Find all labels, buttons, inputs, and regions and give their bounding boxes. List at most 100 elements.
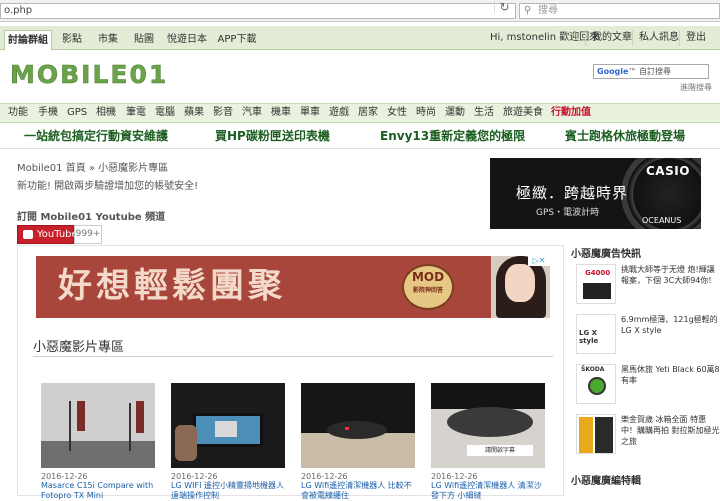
mod-badge-main: MOD	[411, 270, 445, 284]
video-title[interactable]: LG WIFI 遙控小精靈掃地機器人 遠端操作控制	[171, 481, 285, 501]
category-games[interactable]: 遊戲	[329, 104, 349, 122]
tab-market[interactable]: 市集	[92, 30, 124, 50]
youtube-subscribe-button[interactable]: YouTube	[17, 225, 78, 244]
category-sports[interactable]: 運動	[445, 104, 465, 122]
security-notice[interactable]: 新功能! 開啟兩步驗證增加您的帳號安全!	[17, 177, 198, 192]
category-av[interactable]: 影音	[213, 104, 233, 122]
breadcrumb[interactable]: Mobile01 首頁 » 小惡魔影片專區	[17, 159, 168, 174]
reload-icon[interactable]: ↻	[494, 1, 514, 13]
sidebar-item-text[interactable]: 樂金賀歲 冰箱全面 特惠中！購購再拍 對拉斯加極光之旅	[621, 414, 720, 447]
search-icon: ⚲	[524, 5, 532, 16]
category-mobile-plus[interactable]: 行動加值	[551, 104, 591, 122]
tab-stickers[interactable]: 貼圖	[128, 30, 160, 50]
video-card-1[interactable]: 2016-12-26 Masarce C15i Compare with Fot…	[41, 383, 155, 500]
link-logout[interactable]: 登出	[679, 30, 712, 46]
subtitle-overlay: 請開啟字幕	[467, 445, 533, 456]
category-gps[interactable]: GPS	[67, 104, 87, 122]
subscribe-title: 訂閱 Mobile01 Youtube 頻道	[17, 212, 166, 223]
tab-forum-groups[interactable]: 討論群組	[4, 30, 52, 50]
sidebar-item-2[interactable]: LG X style 6.9mm極薄、121g極輕的 LG X style	[576, 312, 718, 354]
promo-link-2[interactable]: 買HP碳粉匣送印表機	[215, 128, 330, 144]
youtube-icon	[23, 230, 33, 239]
tab-video[interactable]: 影點	[56, 30, 88, 50]
tab-app-download[interactable]: APP下載	[214, 30, 260, 50]
casio-subtitle: GPS・電波計時	[536, 208, 600, 218]
promo-link-3[interactable]: Envy13重新定義您的極限	[380, 128, 525, 144]
site-header: MOBILE01 Google™ 自訂搜尋 進階搜尋	[0, 51, 720, 101]
sidebar-item-text[interactable]: 6.9mm極薄、121g極輕的 LG X style	[621, 314, 720, 336]
sidebar-title: 小惡魔廣告快訊	[571, 249, 641, 260]
youtube-button-label: YouTube	[37, 229, 78, 240]
sidebar-section-title: 小惡魔廣編特輯	[571, 476, 641, 487]
video-card-2[interactable]: 2016-12-26 LG WIFI 遙控小精靈掃地機器人 遠端操作控制	[171, 383, 285, 500]
section-title: 小惡魔影片專區	[33, 340, 125, 355]
video-title[interactable]: LG Wifi遙控清潔機器人 清潔沙發下方 小細縫	[431, 481, 545, 501]
tab-japan-travel[interactable]: 悅遊日本	[164, 30, 210, 50]
browser-search-placeholder: 搜尋	[538, 5, 558, 16]
google-search-input[interactable]: Google™ 自訂搜尋	[593, 64, 709, 79]
category-phone[interactable]: 手機	[38, 104, 58, 122]
video-date: 2016-12-26	[41, 472, 88, 481]
promo-bar: 一站統包搞定行動資安維護 買HP碳粉匣送印表機 Envy13重新定義您的極限 賓…	[0, 123, 720, 149]
category-car[interactable]: 汽車	[242, 104, 262, 122]
promo-link-4[interactable]: 賓士跑格休旅極動登場	[565, 128, 685, 144]
category-computer[interactable]: 電腦	[155, 104, 175, 122]
category-home[interactable]: 居家	[358, 104, 378, 122]
video-thumbnail-1[interactable]	[41, 383, 155, 468]
printer-thumbnail: G4000	[576, 264, 616, 304]
category-life[interactable]: 生活	[474, 104, 494, 122]
fridge-thumbnail	[576, 414, 616, 454]
casio-logo: CASIO	[646, 164, 690, 178]
video-thumbnail-2[interactable]	[171, 383, 285, 468]
category-bar: 功能 手機 GPS 相機 筆電 電腦 蘋果 影音 汽車 機車 單車 遊戲 居家 …	[0, 103, 720, 123]
sidebar-item-4[interactable]: 樂金賀歲 冰箱全面 特惠中！購購再拍 對拉斯加極光之旅	[576, 412, 720, 454]
sidebar-item-brand: G4000	[585, 269, 611, 277]
banner-headline: 好想輕鬆團聚	[58, 266, 286, 306]
video-card-4[interactable]: 請開啟字幕 2016-12-26 LG Wifi遙控清潔機器人 清潔沙發下方 小…	[431, 383, 545, 500]
address-bar[interactable]: o.php	[0, 3, 516, 19]
video-date: 2016-12-26	[431, 472, 478, 481]
category-camera[interactable]: 相機	[96, 104, 116, 122]
sidebar-item-1[interactable]: G4000 挑戰大師等于无燈 炮!輝讓報案，下個 3C大師94你!	[576, 262, 716, 304]
video-thumbnail-4[interactable]: 請開啟字幕	[431, 383, 545, 468]
video-title[interactable]: Masarce C15i Compare with Fotopro TX Min…	[41, 481, 155, 501]
video-card-3[interactable]: 2016-12-26 LG Wifi遙控清潔機器人 比較不會被電線纏住	[301, 383, 415, 500]
advanced-search-link[interactable]: 進階搜尋	[680, 82, 712, 93]
sidebar-item-brand: LG X style	[579, 329, 599, 345]
video-date: 2016-12-26	[171, 472, 218, 481]
browser-toolbar: o.php ↻ ⚲ 搜尋	[0, 0, 720, 22]
site-logo[interactable]: MOBILE01	[10, 60, 168, 90]
category-women[interactable]: 女性	[387, 104, 407, 122]
section-divider	[33, 356, 553, 357]
video-title[interactable]: LG Wifi遙控清潔機器人 比較不會被電線纏住	[301, 481, 415, 501]
lg-thumbnail: LG X style	[576, 314, 616, 354]
category-bicycle[interactable]: 單車	[300, 104, 320, 122]
category-travel-food[interactable]: 旅遊美食	[503, 104, 543, 122]
browser-search-input[interactable]: ⚲ 搜尋	[519, 3, 720, 19]
google-search-label: 自訂搜尋	[639, 67, 671, 76]
mod-badge-sub: 影院神回答	[412, 287, 443, 294]
link-my-posts[interactable]: 我的文章	[585, 30, 638, 46]
casio-slogan: 極緻．跨越時界	[516, 184, 629, 202]
casio-ad[interactable]: CASIO 極緻．跨越時界 GPS・電波計時 OCEANUS	[490, 158, 701, 229]
sidebar-item-3[interactable]: ŠKODA 黑馬休旅 Yeti Black 60萬8有率	[576, 362, 720, 404]
ad-choices-icon[interactable]: ▷✕	[528, 256, 550, 266]
category-notebook[interactable]: 筆電	[126, 104, 146, 122]
sidebar-item-text[interactable]: 黑馬休旅 Yeti Black 60萬8有率	[621, 364, 720, 386]
promo-link-1[interactable]: 一站統包搞定行動資安維護	[24, 128, 168, 144]
category-fashion[interactable]: 時尚	[416, 104, 436, 122]
sidebar: 小惡魔廣告快訊 G4000 挑戰大師等于无燈 炮!輝讓報案，下個 3C大師94你…	[571, 245, 720, 496]
oceanus-logo: OCEANUS	[642, 216, 682, 225]
subscriber-count: 999+	[74, 225, 102, 244]
category-apple[interactable]: 蘋果	[184, 104, 204, 122]
link-private-messages[interactable]: 私人訊息	[632, 30, 685, 46]
sidebar-item-brand: ŠKODA	[581, 366, 605, 373]
sidebar-item-text[interactable]: 挑戰大師等于无燈 炮!輝讓報案，下個 3C大師94你!	[621, 264, 720, 286]
video-thumbnail-3[interactable]	[301, 383, 415, 468]
mod-badge: MOD 影院神回答	[402, 264, 454, 310]
skoda-thumbnail: ŠKODA	[576, 364, 616, 404]
mod-banner-ad[interactable]: 好想輕鬆團聚 MOD 影院神回答	[36, 256, 550, 318]
category-motorcycle[interactable]: 機車	[271, 104, 291, 122]
category-function[interactable]: 功能	[8, 104, 28, 122]
video-date: 2016-12-26	[301, 472, 348, 481]
